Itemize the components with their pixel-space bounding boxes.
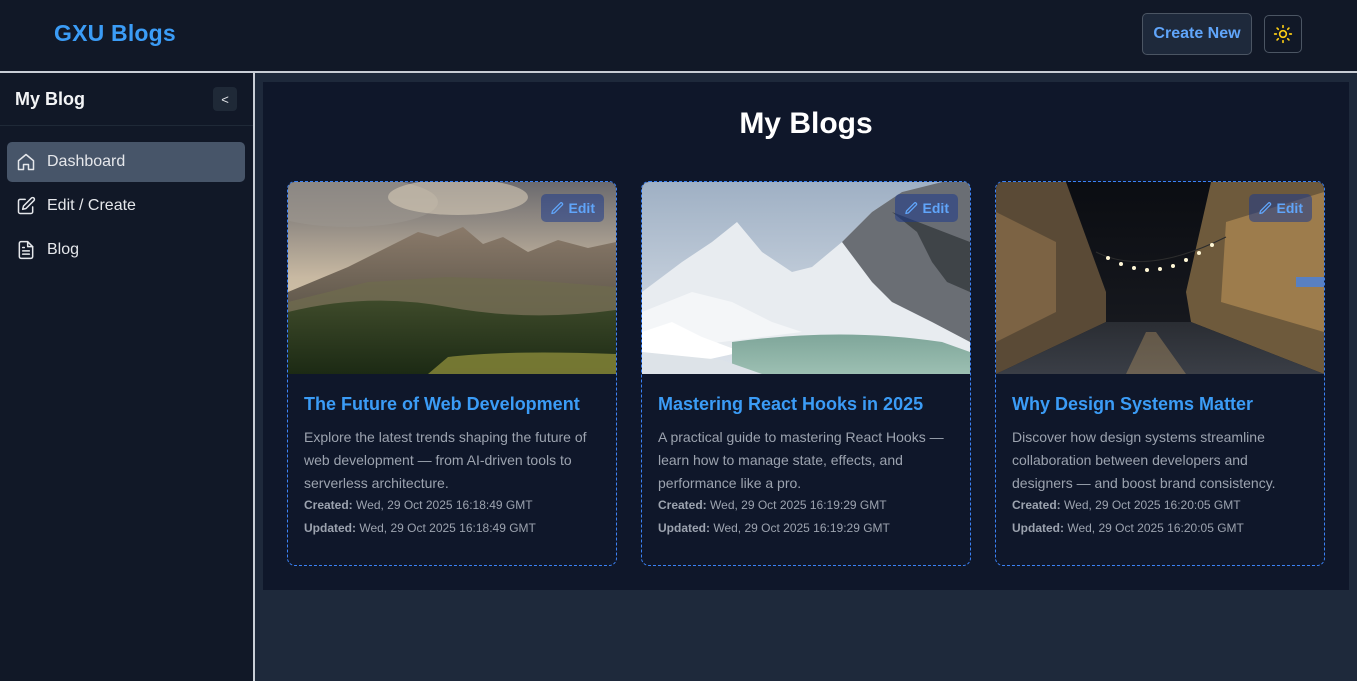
blog-card-created: Created: Wed, 29 Oct 2025 16:20:05 GMT bbox=[1012, 498, 1322, 512]
updated-value: Wed, 29 Oct 2025 16:18:49 GMT bbox=[359, 521, 536, 535]
theme-toggle-button[interactable] bbox=[1264, 15, 1302, 53]
blog-card[interactable]: Edit Mastering React Hooks in 2025 A pra… bbox=[641, 181, 971, 566]
blog-card-title[interactable]: The Future of Web Development bbox=[304, 394, 614, 415]
page-title: My Blogs bbox=[739, 107, 873, 140]
edit-button-label: Edit bbox=[1276, 200, 1303, 216]
blog-card-updated: Updated: Wed, 29 Oct 2025 16:20:05 GMT bbox=[1012, 521, 1322, 535]
edit-button[interactable]: Edit bbox=[1248, 194, 1312, 222]
updated-value: Wed, 29 Oct 2025 16:20:05 GMT bbox=[1067, 521, 1244, 535]
edit-button[interactable]: Edit bbox=[894, 194, 958, 222]
blog-card-created: Created: Wed, 29 Oct 2025 16:18:49 GMT bbox=[304, 498, 614, 512]
home-icon bbox=[17, 153, 35, 171]
app-root: GXU Blogs Create New My Blog < Dashboard… bbox=[0, 0, 1357, 681]
sidebar-title: My Blog bbox=[15, 89, 85, 109]
sidebar-header: My Blog < bbox=[0, 73, 253, 126]
blog-card-image: Edit bbox=[996, 182, 1324, 374]
blog-card-title[interactable]: Why Design Systems Matter bbox=[1012, 394, 1322, 415]
sun-icon bbox=[1273, 24, 1293, 44]
sidebar-item-dashboard[interactable]: Dashboard bbox=[7, 142, 245, 182]
updated-label: Updated: bbox=[1012, 521, 1064, 535]
blog-card-image: Edit bbox=[288, 182, 616, 374]
sidebar-item-label: Dashboard bbox=[47, 153, 126, 170]
blog-card-updated: Updated: Wed, 29 Oct 2025 16:18:49 GMT bbox=[304, 521, 614, 535]
create-new-button[interactable]: Create New bbox=[1142, 13, 1252, 55]
sidebar-collapse-button[interactable]: < bbox=[213, 87, 237, 111]
blog-card-image: Edit bbox=[642, 182, 970, 374]
created-value: Wed, 29 Oct 2025 16:18:49 GMT bbox=[356, 498, 533, 512]
sidebar-item-edit-create[interactable]: Edit / Create bbox=[7, 186, 245, 226]
sidebar-item-label: Blog bbox=[47, 241, 80, 258]
edit-icon bbox=[17, 196, 36, 215]
edit-button[interactable]: Edit bbox=[540, 194, 604, 222]
blog-card[interactable]: Edit Why Design Systems Matter Discover … bbox=[995, 181, 1325, 566]
pencil-icon bbox=[904, 201, 917, 214]
blog-card[interactable]: Edit The Future of Web Development Explo… bbox=[287, 181, 617, 566]
top-header: GXU Blogs Create New bbox=[0, 0, 1357, 71]
document-icon bbox=[18, 240, 34, 260]
sidebar-item-label: Edit / Create bbox=[47, 197, 136, 214]
created-value: Wed, 29 Oct 2025 16:20:05 GMT bbox=[1064, 498, 1241, 512]
edit-button-label: Edit bbox=[568, 200, 595, 216]
created-label: Created: bbox=[304, 498, 353, 512]
updated-value: Wed, 29 Oct 2025 16:19:29 GMT bbox=[713, 521, 890, 535]
blog-card-title[interactable]: Mastering React Hooks in 2025 bbox=[658, 394, 968, 415]
blog-card-description: Discover how design systems streamline c… bbox=[1012, 429, 1276, 491]
pencil-icon bbox=[550, 201, 563, 214]
created-value: Wed, 29 Oct 2025 16:19:29 GMT bbox=[710, 498, 887, 512]
brand-logo[interactable]: GXU Blogs bbox=[54, 20, 176, 47]
created-label: Created: bbox=[1012, 498, 1061, 512]
updated-label: Updated: bbox=[658, 521, 710, 535]
created-label: Created: bbox=[658, 498, 707, 512]
main-content: My Blogs Edit The Future of Web Developm… bbox=[255, 73, 1357, 681]
updated-label: Updated: bbox=[304, 521, 356, 535]
blogs-panel: My Blogs Edit The Future of Web Developm… bbox=[263, 82, 1349, 590]
sidebar: My Blog < Dashboard Edit / Create Blog bbox=[0, 73, 253, 681]
blog-card-created: Created: Wed, 29 Oct 2025 16:19:29 GMT bbox=[658, 498, 968, 512]
pencil-icon bbox=[1258, 201, 1271, 214]
blog-card-description: A practical guide to mastering React Hoo… bbox=[658, 429, 944, 491]
edit-button-label: Edit bbox=[922, 200, 949, 216]
blog-card-description: Explore the latest trends shaping the fu… bbox=[304, 429, 587, 491]
sidebar-item-blog[interactable]: Blog bbox=[7, 230, 245, 270]
blog-card-updated: Updated: Wed, 29 Oct 2025 16:19:29 GMT bbox=[658, 521, 968, 535]
